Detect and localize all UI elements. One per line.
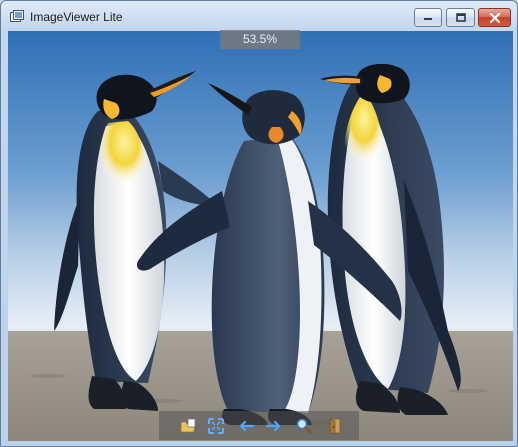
exit-button[interactable] <box>325 417 343 435</box>
previous-image-button[interactable] <box>237 417 255 435</box>
viewer-toolbar <box>159 411 359 440</box>
maximize-icon <box>455 12 466 22</box>
fit-to-window-button[interactable] <box>207 417 225 435</box>
minimize-button[interactable] <box>414 8 442 27</box>
image-canvas[interactable] <box>8 31 513 441</box>
magnifier-icon <box>296 418 313 435</box>
fit-screen-icon <box>208 418 224 434</box>
next-image-button[interactable] <box>265 417 283 435</box>
image-viewer-icon <box>10 10 24 24</box>
minimize-icon <box>424 17 432 20</box>
arrow-left-icon <box>239 420 255 432</box>
exit-door-icon <box>329 418 341 435</box>
zoom-button[interactable] <box>295 417 313 435</box>
open-folder-button[interactable] <box>179 417 197 435</box>
arrow-right-icon <box>265 420 281 432</box>
close-button[interactable] <box>478 8 511 27</box>
close-icon <box>489 12 500 23</box>
window-title: ImageViewer Lite <box>30 10 123 24</box>
title-bar[interactable]: ImageViewer Lite <box>1 1 517 31</box>
photo-penguins <box>8 31 513 441</box>
folder-icon <box>180 418 196 433</box>
app-window: ImageViewer Lite 53.5% <box>0 0 518 447</box>
maximize-button[interactable] <box>446 8 475 27</box>
zoom-level-badge: 53.5% <box>220 30 300 49</box>
